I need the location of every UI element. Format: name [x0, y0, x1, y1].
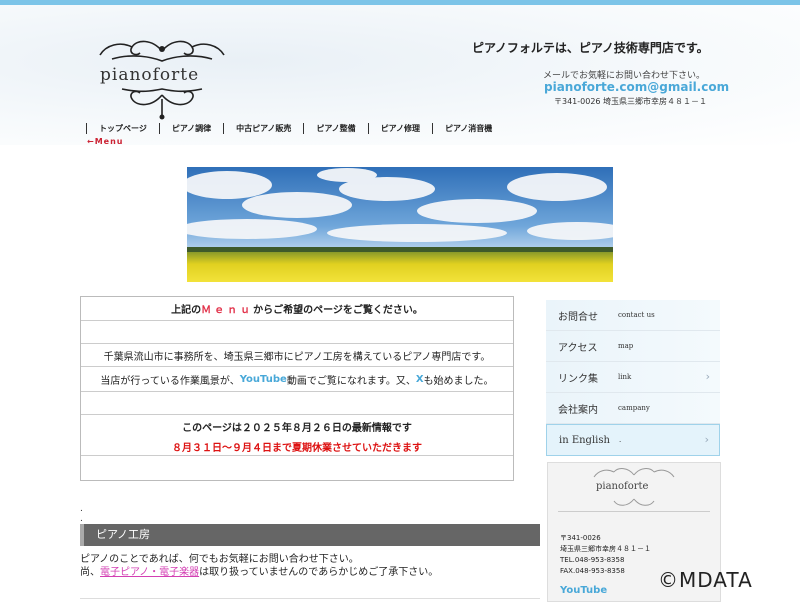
notice-row-empty-2 [81, 391, 513, 414]
x-link[interactable]: X [416, 374, 424, 385]
site-logo[interactable]: pianoforte [82, 33, 242, 123]
side-item-english[interactable]: in English. › [546, 424, 720, 456]
notice-row-empty-3 [81, 455, 513, 480]
chevron-right-icon: › [704, 433, 709, 446]
youtube-link[interactable]: YouTube [240, 374, 287, 385]
nav-item-silencer[interactable]: ピアノ消音機 [431, 123, 504, 134]
card-logo-text: pianoforte [596, 481, 649, 492]
section-text-2: 尚、電子ピアノ・電子楽器は取り扱っていませんのであらかじめご了承下さい。 [80, 567, 439, 578]
notice-row-youtube: 当店が行っている作業風景が、 YouTube 動画でご覧になれます。又、 X も始めまし… [81, 366, 513, 391]
bullet-dot: . [80, 514, 83, 524]
section-heading: ピアノ工房 [80, 524, 540, 546]
main-nav: トップページ ピアノ調律 中古ピアノ販売 ピアノ整備 ピアノ修理 ピアノ消音機 [86, 123, 504, 137]
header-address: 〒341-0026 埼玉県三郷市幸房４８１－１ [554, 97, 708, 106]
notice-table: 上記の Ｍｅｎｕ からご希望のページをご覧ください。 千葉県流山市に事務所を、埼玉県… [80, 296, 514, 481]
nav-item-tuning[interactable]: ピアノ調律 [158, 123, 223, 134]
ornament-icon [593, 468, 675, 506]
side-item-links[interactable]: リンク集 link › [546, 362, 720, 393]
menu-highlight: Ｍｅｎｕ [201, 305, 254, 316]
nav-item-repair[interactable]: ピアノ修理 [367, 123, 432, 134]
notice-row-menu: 上記の Ｍｅｎｕ からご希望のページをご覧ください。 [81, 297, 513, 320]
card-youtube-link[interactable]: YouTube [560, 585, 607, 596]
menu-arrow-label: ←Menu [87, 137, 124, 146]
notice-row-holiday: ８月３１日～９月４日まで夏期休業させていただきます [172, 442, 422, 454]
card-divider [558, 511, 710, 512]
site-tagline: ピアノフォルテは、ピアノ技術専門店です。 [472, 41, 709, 55]
notice-row-intro: 千葉県流山市に事務所を、埼玉県三郷市にピアノ工房を構えているピアノ専門店です。 [81, 343, 513, 366]
side-item-company[interactable]: 会社案内 campany [546, 393, 720, 424]
side-item-contact[interactable]: お問合せ contact us [546, 300, 720, 331]
bullet-dot: . [80, 504, 83, 514]
section-text-1: ピアノのことであれば、何でもお気軽にお問い合わせ下さい。 [80, 554, 359, 565]
side-item-access[interactable]: アクセス map [546, 331, 720, 362]
side-menu: お問合せ contact us アクセス map リンク集 link › 会社案内 ca… [546, 300, 720, 456]
watermark: ©MDATA [658, 568, 753, 592]
electronic-piano-link[interactable]: 電子ピアノ・電子楽器 [100, 567, 199, 578]
hero-image [187, 167, 613, 282]
divider [80, 598, 540, 599]
nav-item-top[interactable]: トップページ [86, 123, 159, 134]
nav-item-used-piano[interactable]: 中古ピアノ販売 [223, 123, 303, 134]
notice-row-latest: このページは２０２５年８月２６日の最新情報です [81, 414, 513, 437]
card-address-block: 〒341-0026 埼玉県三郷市幸房４８１－１ TEL.048-953-8358… [560, 534, 651, 575]
section-body: ピアノのことであれば、何でもお気軽にお問い合わせ下さい。 尚、電子ピアノ・電子楽… [80, 553, 438, 579]
chevron-right-icon: › [705, 370, 710, 383]
notice-row-empty [81, 320, 513, 343]
email-link[interactable]: pianoforte.com@gmail.com [544, 80, 729, 94]
logo-text: pianoforte [100, 65, 200, 85]
nav-item-maintenance[interactable]: ピアノ整備 [303, 123, 367, 134]
